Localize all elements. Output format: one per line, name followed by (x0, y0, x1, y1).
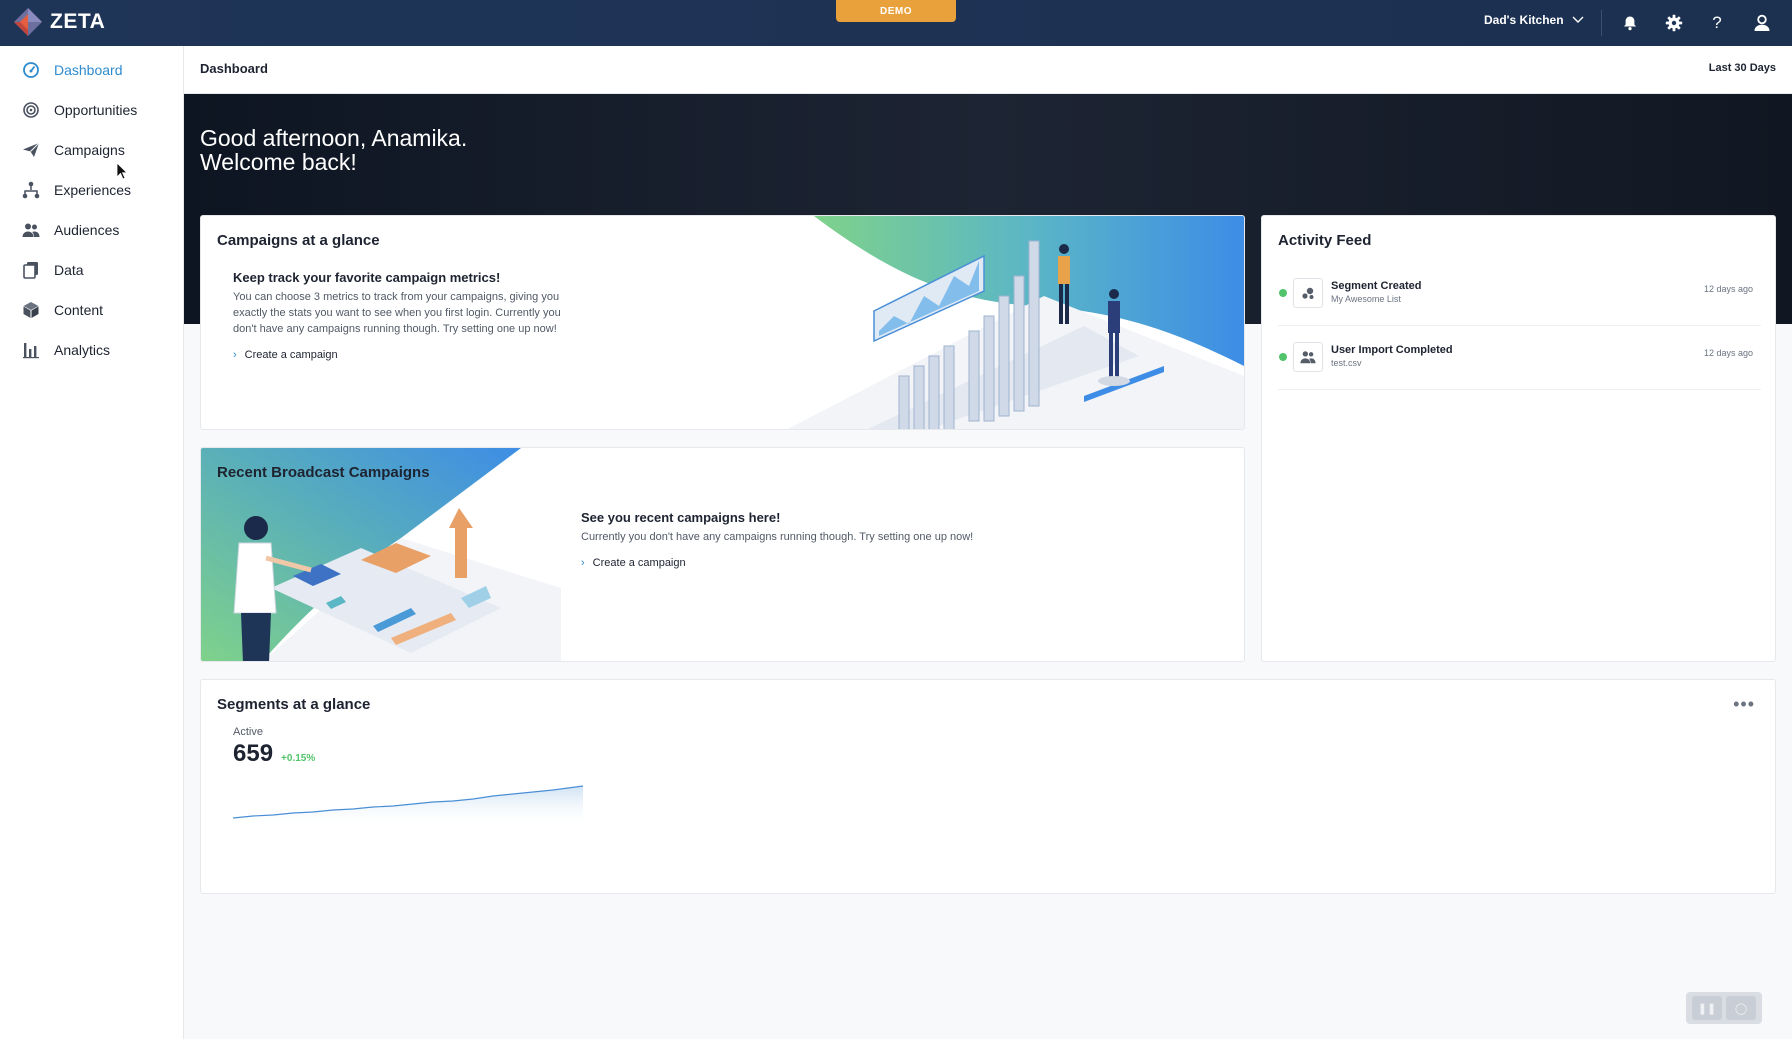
segment-value: 659 (233, 740, 274, 767)
welcome-line: Welcome back! (200, 149, 357, 175)
activity-item[interactable]: User Import Completed test.csv 12 days a… (1278, 326, 1761, 390)
user-icon[interactable] (1751, 12, 1773, 34)
sidebar-item-label: Content (54, 302, 104, 318)
sidebar-item-dashboard[interactable]: Dashboard (0, 50, 184, 90)
card-description: You can choose 3 metrics to track from y… (233, 291, 561, 335)
users-icon (1293, 342, 1323, 372)
floating-controls: ❚❚ ◯ (1686, 992, 1762, 1024)
activity-subtitle: test.csv (1331, 358, 1362, 368)
logo-text: ZETA (50, 10, 106, 33)
segment-label: Active (233, 726, 263, 738)
card-description: Currently you don't have any campaigns r… (581, 531, 974, 543)
activity-feed-card: Activity Feed Segment Created My Awesome… (1261, 215, 1776, 662)
link-label: Create a campaign (244, 349, 338, 361)
link-label: Create a campaign (592, 557, 686, 569)
segment-metric: 659 +0.15% (233, 740, 315, 768)
activity-time: 12 days ago (1703, 284, 1753, 294)
hierarchy-icon (22, 181, 40, 199)
sidebar-item-opportunities[interactable]: Opportunities (0, 90, 184, 130)
status-dot (1279, 289, 1287, 297)
paper-plane-icon (23, 142, 40, 157)
topbar-divider (1601, 10, 1602, 36)
bell-icon[interactable] (1619, 12, 1641, 34)
page-header: Dashboard Last 30 Days (184, 46, 1792, 94)
sidebar-item-analytics[interactable]: Analytics (0, 330, 184, 370)
gear-icon[interactable] (1663, 12, 1685, 34)
sidebar-item-label: Analytics (54, 342, 111, 358)
date-range-selector[interactable]: Last 30 Days (1709, 62, 1776, 74)
sidebar-item-label: Audiences (54, 222, 120, 238)
broadcast-campaigns-card: Recent Broadcast Campaigns See you recen… (200, 447, 1245, 662)
activity-title: Segment Created (1331, 280, 1422, 292)
card-heading: Keep track your favorite campaign metric… (233, 270, 501, 285)
chevron-down-icon (1572, 16, 1584, 23)
campaigns-glance-card: Campaigns at a glance Keep track your fa… (200, 215, 1245, 430)
card-title: Campaigns at a glance (217, 232, 380, 249)
card-title: Segments at a glance (217, 696, 371, 713)
sidebar: Dashboard Opportunities Campaigns Experi… (0, 46, 184, 1039)
pause-icon[interactable]: ❚❚ (1692, 996, 1722, 1020)
mouse-cursor-icon (116, 162, 128, 180)
logo[interactable]: ZETA (12, 6, 105, 38)
activity-item[interactable]: Segment Created My Awesome List 12 days … (1278, 262, 1761, 326)
gauge-icon (23, 62, 39, 78)
sidebar-item-label: Experiences (54, 182, 132, 198)
activity-title: User Import Completed (1331, 344, 1453, 356)
activity-time: 12 days ago (1703, 348, 1753, 358)
card-body: Keep track your favorite campaign metric… (233, 270, 563, 361)
chevron-right-icon: › (581, 557, 585, 569)
zeta-logo-icon (14, 8, 42, 36)
welcome-message: Good afternoon, Anamika. Welcome back! (200, 126, 467, 174)
account-switcher[interactable]: Dad's Kitchen (1484, 13, 1584, 27)
card-heading: See you recent campaigns here! (581, 510, 781, 525)
segment-change: +0.15% (281, 753, 316, 764)
sidebar-item-audiences[interactable]: Audiences (0, 210, 184, 250)
chat-icon[interactable]: ◯ (1726, 996, 1756, 1020)
sidebar-item-label: Data (54, 262, 84, 278)
sparkline (233, 785, 583, 828)
segments-glance-card: Segments at a glance ••• Active 659 +0.1… (200, 679, 1776, 894)
segment-icon (1293, 278, 1323, 308)
account-name: Dad's Kitchen (1484, 13, 1564, 27)
greeting-line: Good afternoon, Anamika. (200, 125, 468, 151)
sidebar-item-label: Campaigns (54, 142, 125, 158)
sidebar-item-content[interactable]: Content (0, 290, 184, 330)
sidebar-item-data[interactable]: Data (0, 250, 184, 290)
copy-icon (23, 262, 38, 279)
sidebar-item-campaigns[interactable]: Campaigns (0, 130, 184, 170)
top-bar: ZETA DEMO Dad's Kitchen ? (0, 0, 1792, 46)
card-title: Activity Feed (1278, 232, 1372, 249)
sidebar-item-label: Dashboard (54, 62, 123, 78)
target-icon (23, 102, 39, 118)
create-campaign-link[interactable]: › Create a campaign (233, 349, 563, 361)
demo-badge: DEMO (836, 0, 956, 22)
create-campaign-link[interactable]: › Create a campaign (581, 557, 1081, 569)
analytics-illustration (787, 216, 1244, 429)
more-options-icon[interactable]: ••• (1733, 694, 1755, 715)
page-title: Dashboard (200, 61, 268, 76)
sidebar-item-experiences[interactable]: Experiences (0, 170, 184, 210)
box-icon (23, 302, 39, 318)
sidebar-item-label: Opportunities (54, 102, 138, 118)
bar-chart-icon (23, 343, 39, 359)
activity-subtitle: My Awesome List (1331, 294, 1401, 304)
card-title: Recent Broadcast Campaigns (217, 464, 430, 481)
card-body: See you recent campaigns here! Currently… (581, 510, 1081, 569)
people-icon (22, 223, 40, 237)
chevron-right-icon: › (233, 349, 237, 361)
status-dot (1279, 353, 1287, 361)
help-icon[interactable]: ? (1706, 12, 1728, 34)
